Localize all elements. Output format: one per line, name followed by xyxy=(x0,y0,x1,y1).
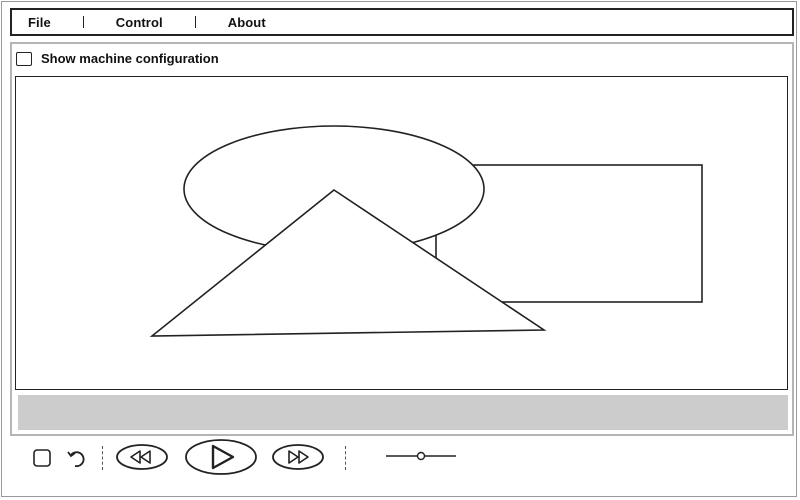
machine-config-label: Show machine configuration xyxy=(41,51,219,66)
speed-slider-thumb xyxy=(416,451,426,461)
rewind-button[interactable] xyxy=(114,442,170,472)
machine-config-checkbox[interactable] xyxy=(16,51,32,66)
play-button[interactable] xyxy=(183,437,259,477)
canvas-drawing xyxy=(149,125,703,337)
stop-icon[interactable] xyxy=(32,448,52,468)
machine-config-toggle[interactable]: Show machine configuration xyxy=(16,51,219,66)
fast-forward-button[interactable] xyxy=(270,442,326,472)
menu-bar: File Control About xyxy=(10,8,794,36)
machine-canvas[interactable] xyxy=(15,76,788,390)
app-window: File Control About Show machine configur… xyxy=(1,1,797,497)
playback-controls xyxy=(10,438,794,494)
speed-slider[interactable] xyxy=(384,448,460,464)
status-bar xyxy=(18,395,788,430)
reset-icon[interactable] xyxy=(65,446,89,470)
controls-separator xyxy=(102,446,103,470)
menu-separator xyxy=(194,16,196,28)
main-panel: Show machine configuration xyxy=(10,42,794,436)
menu-control[interactable]: Control xyxy=(114,15,165,30)
menu-about[interactable]: About xyxy=(226,15,268,30)
menu-file[interactable]: File xyxy=(26,15,53,30)
menu-separator xyxy=(82,16,84,28)
controls-separator xyxy=(345,446,346,470)
